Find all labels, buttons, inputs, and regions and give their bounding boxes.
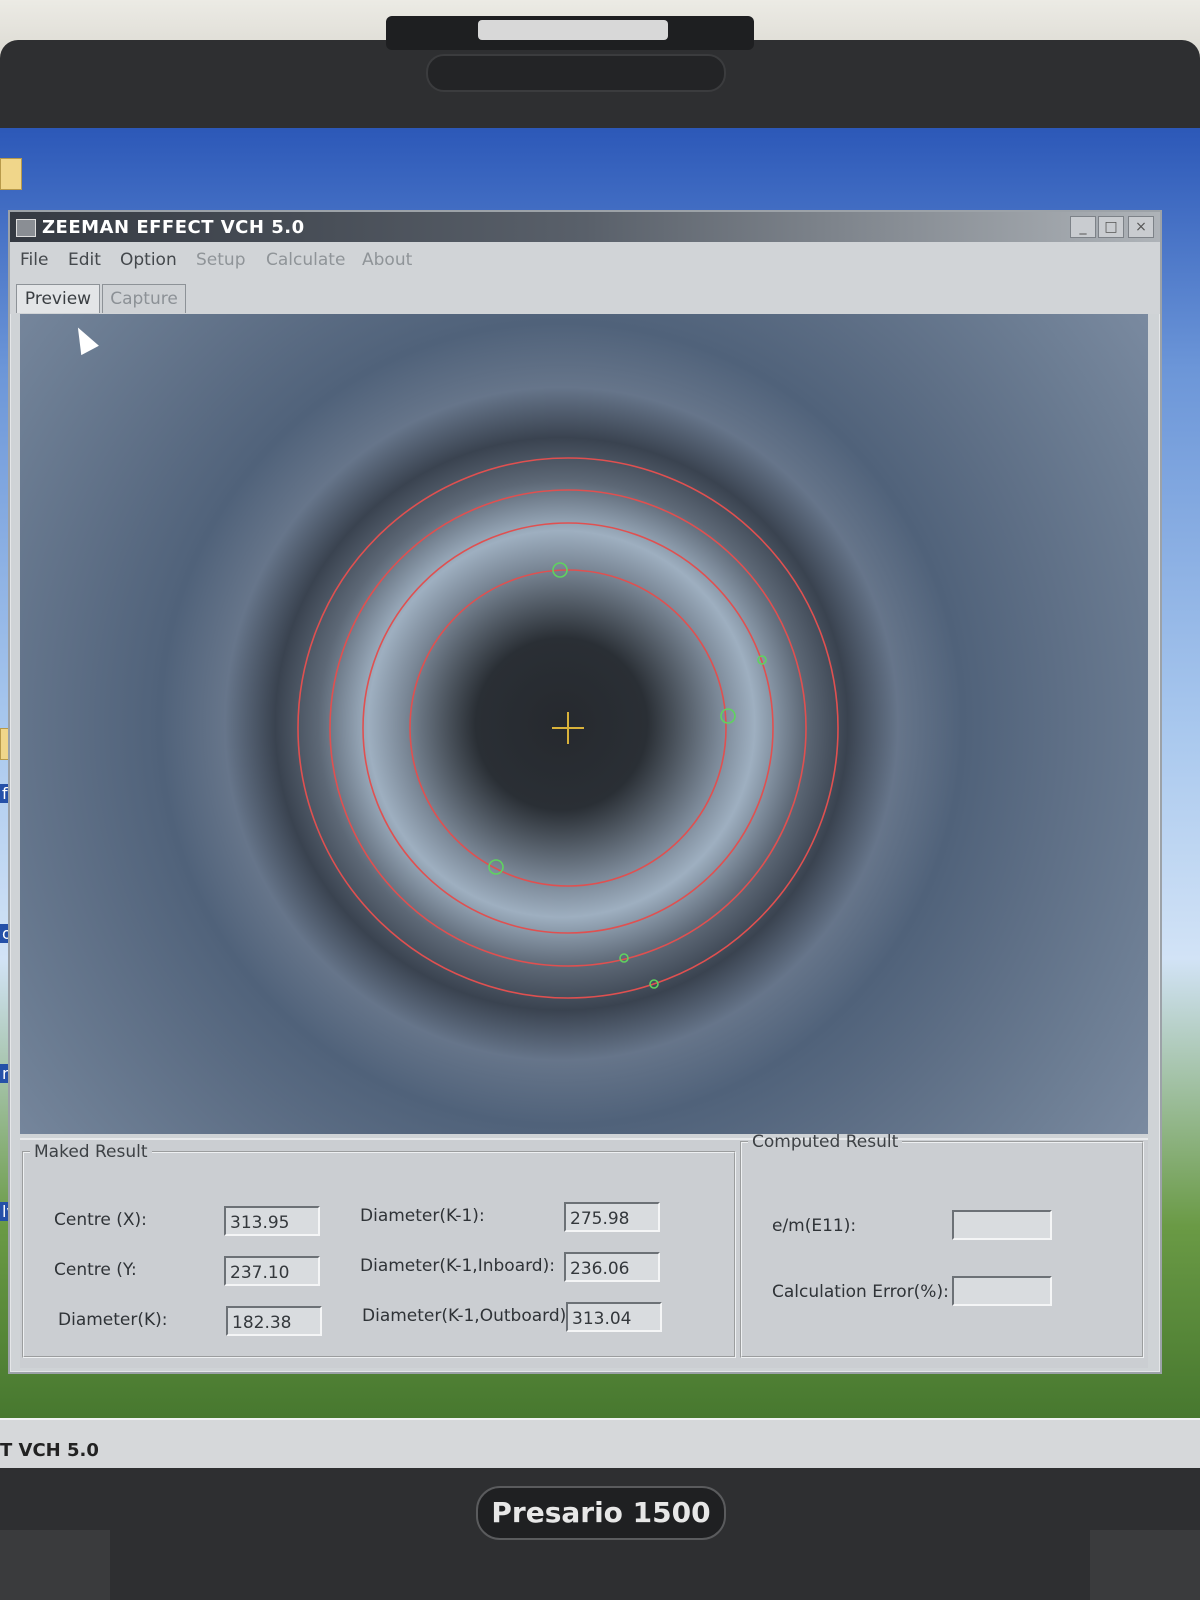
fringe-preview[interactable] [20, 314, 1148, 1134]
diameter-k1-field[interactable]: 275.98 [564, 1202, 660, 1232]
screen: fp ots ngl lvar ZEEMAN EFFECT VCH 5.0 _ … [0, 128, 1200, 1468]
webcam-slot [426, 54, 726, 92]
fit-point-marker [720, 708, 736, 724]
tab-capture[interactable]: Capture [102, 284, 186, 313]
app-window: ZEEMAN EFFECT VCH 5.0 _ □ × File Edit Op… [8, 210, 1162, 1374]
centre-y-field[interactable]: 237.10 [224, 1256, 320, 1286]
diameter-k1-inboard-label: Diameter(K-1,Inboard): [360, 1256, 555, 1276]
diameter-k1-inboard-field[interactable]: 236.06 [564, 1252, 660, 1282]
fit-point-marker [488, 859, 504, 875]
menu-about[interactable]: About [362, 250, 412, 270]
close-icon[interactable]: × [1128, 216, 1154, 238]
menu-calculate[interactable]: Calculate [266, 250, 345, 270]
maked-result-group: Maked Result Centre (X): 313.95 Centre (… [22, 1142, 736, 1358]
minimize-icon[interactable]: _ [1070, 216, 1096, 238]
left-hinge [0, 1530, 110, 1600]
diameter-k1-outboard-label: Diameter(K-1,Outboard): [362, 1306, 572, 1326]
menu-option[interactable]: Option [120, 250, 177, 270]
computed-result-group: Computed Result e/m(E11): Calculation Er… [740, 1132, 1144, 1358]
taskbar: T VCH 5.0 [0, 1418, 1200, 1468]
calculation-error-field[interactable] [952, 1276, 1052, 1306]
em-label: e/m(E11): [772, 1216, 857, 1236]
brand-badge: Presario 1500 [476, 1486, 726, 1540]
maked-result-legend: Maked Result [34, 1142, 148, 1162]
ring-group [297, 457, 839, 999]
menu-setup[interactable]: Setup [196, 250, 245, 270]
diameter-k1-outboard-field[interactable]: 313.04 [566, 1302, 662, 1332]
diameter-k1-label: Diameter(K-1): [360, 1206, 485, 1226]
calculation-error-label: Calculation Error(%): [772, 1282, 949, 1302]
right-hinge [1090, 1530, 1200, 1600]
window-title: ZEEMAN EFFECT VCH 5.0 [42, 217, 305, 238]
centre-x-label: Centre (X): [54, 1210, 147, 1230]
desktop-folder-icon[interactable] [0, 158, 22, 190]
taskbar-item[interactable]: T VCH 5.0 [0, 1440, 99, 1461]
menu-file[interactable]: File [20, 250, 48, 270]
maximize-icon[interactable]: □ [1098, 216, 1124, 238]
menu-bar: File Edit Option Setup Calculate About [10, 242, 1160, 278]
centre-y-label: Centre (Y: [54, 1260, 137, 1280]
app-icon [16, 219, 36, 237]
diameter-k-field[interactable]: 182.38 [226, 1306, 322, 1336]
title-bar[interactable]: ZEEMAN EFFECT VCH 5.0 _ □ × [10, 212, 1160, 242]
em-field[interactable] [952, 1210, 1052, 1240]
tab-bar: Preview Capture [10, 278, 1160, 314]
computed-result-legend: Computed Result [752, 1132, 899, 1152]
centre-x-field[interactable]: 313.95 [224, 1206, 320, 1236]
results-panel: Maked Result Centre (X): 313.95 Centre (… [20, 1132, 1148, 1368]
latch-button [478, 20, 668, 40]
tab-preview[interactable]: Preview [16, 284, 100, 313]
diameter-k-label: Diameter(K): [58, 1310, 168, 1330]
menu-edit[interactable]: Edit [68, 250, 101, 270]
ring-overlay [297, 457, 839, 999]
